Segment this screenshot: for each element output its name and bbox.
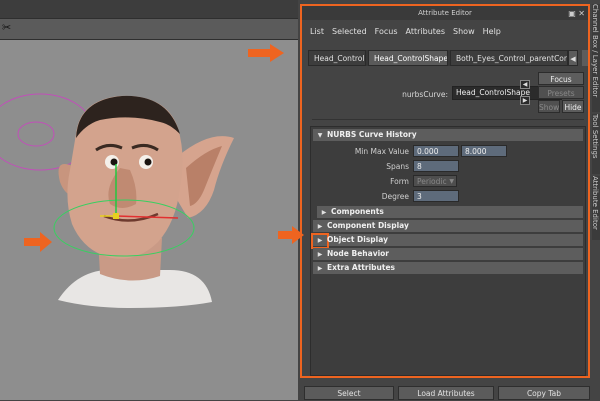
scissors-icon[interactable]: ✂ (2, 21, 18, 35)
tab-scroll-right-icon[interactable] (582, 50, 588, 66)
degree-label: Degree (381, 192, 409, 201)
load-attributes-button[interactable]: Load Attributes (398, 386, 494, 400)
menu-selected[interactable]: Selected (332, 24, 367, 40)
presets-button[interactable]: Presets (538, 86, 584, 99)
tab-head-control[interactable]: Head_Control (308, 50, 366, 66)
side-tab-label: Tool Settings (591, 114, 599, 159)
character-pupil-right (144, 158, 152, 166)
side-tab-channel-box[interactable]: Channel Box / Layer Editor (591, 4, 600, 112)
section-label: Node Behavior (327, 249, 390, 258)
tab-scroll-left-icon[interactable]: ◀ (568, 50, 578, 66)
viewport-menu-bar (0, 0, 298, 18)
degree-field[interactable]: 3 (413, 190, 459, 202)
menu-focus[interactable]: Focus (375, 24, 398, 40)
node-tab-bar: Head_Control Head_ControlShape Both_Eyes… (308, 50, 578, 66)
attribute-sections: ▼ NURBS Curve History Min Max Value 0.000… (310, 126, 586, 376)
attribute-editor-window: Attribute Editor ▣ ✕ List Selected Focus At… (300, 4, 590, 378)
side-tab-label: Attribute Editor (591, 176, 599, 230)
collapsed-triangle-icon: ▶ (311, 233, 329, 249)
arrow-icon (248, 44, 284, 62)
section-extra-attributes[interactable]: ▶ Extra Attributes (313, 262, 583, 274)
section-label: NURBS Curve History (327, 130, 417, 139)
side-tab-label: Channel Box / Layer Editor (591, 4, 599, 98)
menu-attributes[interactable]: Attributes (406, 24, 446, 40)
arrow-icon (24, 232, 52, 252)
spans-label: Spans (386, 162, 409, 171)
collapsed-triangle-icon: ▶ (317, 265, 323, 272)
window-title-bar: Attribute Editor ▣ ✕ (302, 6, 588, 20)
spans-field[interactable]: 8 (413, 160, 459, 172)
section-component-display[interactable]: ▶ Component Display (313, 220, 583, 232)
section-label: Components (331, 207, 384, 216)
form-dropdown[interactable]: Periodic ▼ (413, 175, 457, 187)
section-node-behavior[interactable]: ▶ Node Behavior (313, 248, 583, 260)
divider (312, 119, 584, 120)
show-button[interactable]: Show (538, 100, 560, 113)
copy-tab-button[interactable]: Copy Tab (498, 386, 590, 400)
max-value-field[interactable]: 8.000 (461, 145, 507, 157)
tab-both-eyes-control[interactable]: Both_Eyes_Control_parentConstr (450, 50, 568, 66)
arrow-icon (278, 226, 304, 244)
menu-help[interactable]: Help (483, 24, 501, 40)
form-label: Form (390, 177, 409, 186)
window-title: Attribute Editor (418, 9, 472, 17)
hide-button[interactable]: Hide (562, 100, 584, 113)
collapsed-triangle-icon: ▶ (317, 223, 323, 230)
manipulator-center[interactable] (113, 213, 119, 219)
menu-bar: List Selected Focus Attributes Show Help (302, 24, 588, 40)
dropdown-arrow-icon: ▼ (449, 178, 454, 185)
section-label: Component Display (327, 221, 409, 230)
section-label: Object Display (327, 235, 388, 244)
focus-input-icon[interactable]: ◀ (520, 80, 530, 89)
min-max-label: Min Max Value (354, 147, 409, 156)
form-value: Periodic (417, 177, 447, 186)
expanded-triangle-icon: ▼ (317, 132, 323, 139)
menu-show[interactable]: Show (453, 24, 475, 40)
section-label: Extra Attributes (327, 263, 396, 272)
min-value-field[interactable]: 0.000 (413, 145, 459, 157)
side-tab-attribute-editor[interactable]: Attribute Editor (591, 176, 600, 240)
window-controls: ▣ ✕ (568, 7, 585, 21)
small-control-circle[interactable] (17, 121, 55, 147)
collapsed-triangle-icon: ▶ (317, 251, 323, 258)
focus-output-icon[interactable]: ▶ (520, 96, 530, 105)
section-nurbs-curve-history[interactable]: ▼ NURBS Curve History (313, 129, 583, 141)
tab-head-control-shape[interactable]: Head_ControlShape (368, 50, 448, 66)
collapsed-triangle-icon: ▶ (321, 209, 327, 216)
side-tab-tool-settings[interactable]: Tool Settings (591, 114, 600, 174)
select-button[interactable]: Select (304, 386, 394, 400)
float-icon[interactable]: ▣ (568, 9, 576, 18)
node-type-label: nurbsCurve: (402, 90, 448, 99)
focus-button[interactable]: Focus (538, 72, 584, 85)
menu-list[interactable]: List (310, 24, 324, 40)
section-components[interactable]: ▶ Components (317, 206, 583, 218)
section-object-display[interactable]: ▶ Object Display (311, 233, 583, 249)
close-icon[interactable]: ✕ (578, 9, 585, 18)
viewport-scene[interactable] (0, 38, 298, 400)
viewport-toolbar: ✂ (0, 18, 298, 40)
